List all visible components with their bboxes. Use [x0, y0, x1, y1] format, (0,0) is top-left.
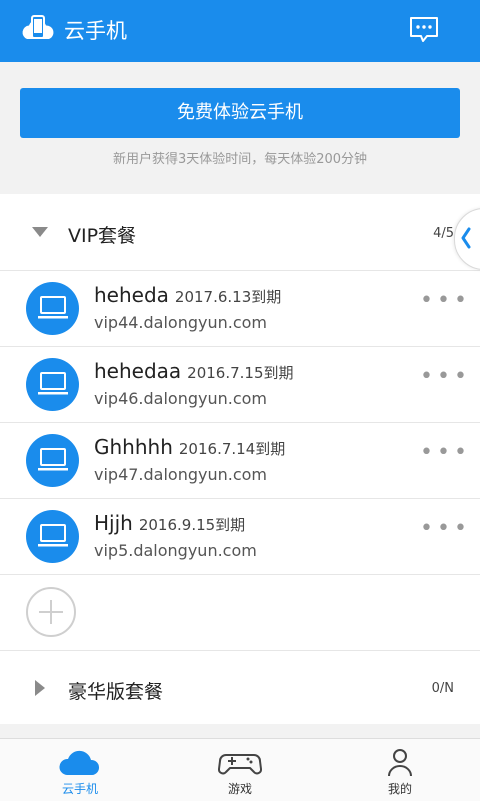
device-avatar: [26, 434, 79, 487]
laptop-icon: [38, 448, 68, 471]
device-avatar: [26, 510, 79, 563]
app-header: 云手机: [0, 0, 480, 62]
group-count: 4/5: [433, 226, 454, 241]
tab-cloud-phone[interactable]: 云手机: [0, 739, 160, 801]
trial-hint: 新用户获得3天体验时间，每天体验200分钟: [112, 152, 368, 167]
cloud-phone-logo-icon: [22, 15, 54, 39]
tab-games[interactable]: 游戏: [160, 739, 320, 801]
device-avatar: [26, 358, 79, 411]
device-host: vip44.dalongyun.com: [94, 313, 268, 332]
more-options-icon[interactable]: •••: [420, 290, 467, 318]
device-row[interactable]: Hjjh 2016.9.15到期 vip5.dalongyun.com •••: [0, 498, 480, 574]
laptop-icon: [38, 524, 68, 547]
more-options-icon[interactable]: •••: [420, 518, 467, 546]
device-name: hehedaa: [94, 359, 182, 383]
tab-label: 游戏: [227, 782, 252, 796]
more-options-icon[interactable]: •••: [420, 442, 467, 470]
device-row[interactable]: heheda 2017.6.13到期 vip44.dalongyun.com ••…: [0, 270, 480, 346]
laptop-icon: [38, 372, 68, 395]
device-host: vip47.dalongyun.com: [94, 465, 268, 484]
group-name: 豪华版套餐: [68, 681, 164, 703]
add-device-row: [0, 574, 480, 651]
device-avatar: [26, 282, 79, 335]
add-device-button[interactable]: [26, 587, 76, 637]
laptop-icon: [38, 296, 68, 319]
device-expiry: 2017.6.13到期: [174, 288, 282, 306]
tab-label: 我的: [387, 782, 412, 796]
cloud-icon: [59, 750, 100, 775]
trial-section: 免费体验云手机 新用户获得3天体验时间，每天体验200分钟: [0, 62, 480, 194]
device-name: heheda: [94, 283, 169, 307]
message-icon[interactable]: [408, 14, 440, 46]
collapsed-arrow-icon: [35, 680, 45, 696]
expanded-arrow-icon: [32, 227, 48, 237]
group-count: 0/N: [431, 681, 454, 696]
tab-profile[interactable]: 我的: [320, 739, 480, 801]
device-expiry: 2016.9.15到期: [138, 516, 246, 534]
group-name: VIP套餐: [68, 225, 137, 247]
chevron-left-icon: [461, 227, 471, 249]
user-icon: [388, 749, 412, 777]
gamepad-icon: [218, 754, 262, 775]
device-row[interactable]: hehedaa 2016.7.15到期 vip46.dalongyun.com •…: [0, 346, 480, 422]
tab-label: 云手机: [61, 782, 98, 796]
device-host: vip5.dalongyun.com: [94, 541, 257, 560]
page-title: 云手机: [64, 19, 127, 43]
device-expiry: 2016.7.14到期: [178, 440, 286, 458]
device-name: Ghhhhh: [94, 435, 173, 459]
device-list-panel: VIP套餐 4/5 heheda 2017.6.13到期 vip44.dalong…: [0, 194, 480, 724]
group-header-deluxe[interactable]: 豪华版套餐 0/N: [0, 650, 480, 727]
device-host: vip46.dalongyun.com: [94, 389, 268, 408]
device-row[interactable]: Ghhhhh 2016.7.14到期 vip47.dalongyun.com ••…: [0, 422, 480, 498]
device-expiry: 2016.7.15到期: [187, 364, 294, 382]
bottom-tab-bar: 云手机 游戏 我的: [0, 738, 480, 801]
free-trial-button[interactable]: 免费体验云手机: [20, 88, 460, 138]
group-header-vip[interactable]: VIP套餐 4/5: [0, 194, 480, 270]
more-options-icon[interactable]: •••: [420, 366, 467, 394]
device-name: Hjjh: [94, 511, 133, 535]
